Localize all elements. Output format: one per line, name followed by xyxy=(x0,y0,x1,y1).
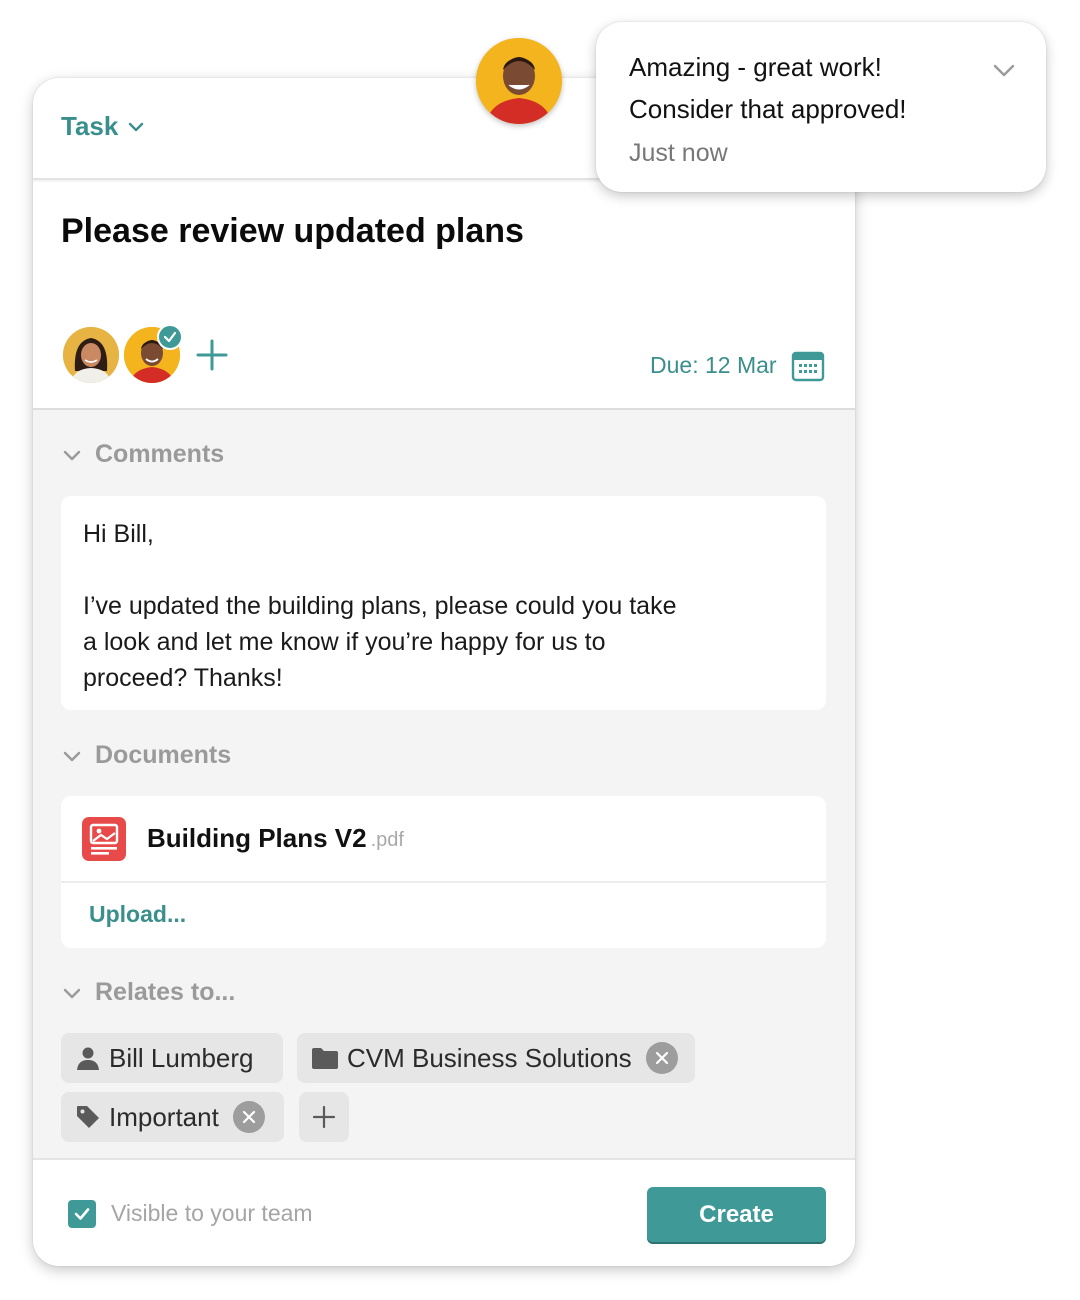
notification-time: Just now xyxy=(629,139,728,167)
relation-person-label: Bill Lumberg xyxy=(109,1042,254,1073)
visible-to-team-label: Visible to your team xyxy=(111,1200,313,1226)
check-icon xyxy=(163,331,177,343)
assignee-avatar-woman[interactable] xyxy=(63,327,119,383)
notification-message: Amazing - great work! Consider that appr… xyxy=(629,46,907,130)
plus-icon[interactable] xyxy=(193,336,231,374)
commenter-avatar xyxy=(476,38,562,124)
documents-list: Building Plans V2 .pdf Upload... xyxy=(61,796,826,948)
comment-textarea[interactable]: Hi Bill, I’ve updated the building plans… xyxy=(61,496,826,710)
comment-line: a look and let me know if you’re happy f… xyxy=(83,628,606,656)
task-card: Task Please review updated plans Due: 12… xyxy=(33,78,855,1266)
relation-chip-tag[interactable]: Important xyxy=(61,1092,284,1142)
calendar-icon[interactable] xyxy=(791,349,825,383)
comment-greeting: Hi Bill, xyxy=(83,520,154,548)
close-icon xyxy=(655,1051,668,1065)
tag-icon xyxy=(77,1106,99,1128)
task-type-dropdown[interactable]: Task xyxy=(61,111,146,142)
upload-link[interactable]: Upload... xyxy=(89,901,186,928)
pdf-icon xyxy=(82,816,126,861)
check-icon xyxy=(74,1208,90,1220)
document-extension: .pdf xyxy=(370,829,404,851)
task-summary: Please review updated plans Due: 12 Mar xyxy=(33,182,855,410)
document-name: Building Plans V2 xyxy=(147,823,367,853)
documents-section-header[interactable]: Documents xyxy=(61,741,231,770)
notification-line: Amazing - great work! xyxy=(629,52,882,82)
chevron-down-icon[interactable] xyxy=(990,56,1018,84)
visible-to-team-checkbox[interactable] xyxy=(68,1200,96,1228)
close-icon xyxy=(242,1110,255,1124)
plus-icon xyxy=(312,1105,336,1129)
document-item[interactable]: Building Plans V2 .pdf xyxy=(61,796,826,883)
relation-company-label: CVM Business Solutions xyxy=(347,1042,632,1073)
remove-company-button[interactable] xyxy=(645,1042,678,1074)
person-icon xyxy=(77,1047,99,1070)
notification-line: Consider that approved! xyxy=(629,94,907,124)
relates-section-header[interactable]: Relates to... xyxy=(61,978,235,1007)
relation-chip-company[interactable]: CVM Business Solutions xyxy=(297,1033,695,1083)
relation-chip-person[interactable]: Bill Lumberg xyxy=(61,1033,283,1083)
approved-check-badge xyxy=(157,324,183,350)
comments-section-label: Comments xyxy=(95,440,225,468)
chevron-down-icon xyxy=(63,751,81,761)
folder-icon xyxy=(312,1048,338,1069)
remove-tag-button[interactable] xyxy=(232,1101,265,1133)
relates-section-label: Relates to... xyxy=(95,978,236,1006)
chevron-down-icon xyxy=(63,988,81,998)
chevron-down-icon xyxy=(129,122,144,131)
comment-line: proceed? Thanks! xyxy=(83,664,283,692)
task-type-label: Task xyxy=(61,111,119,141)
task-footer: Visible to your team Create xyxy=(33,1158,855,1266)
comment-line: I’ve updated the building plans, please … xyxy=(83,592,677,620)
due-date[interactable]: Due: 12 Mar xyxy=(650,352,777,379)
notification-toast[interactable]: Amazing - great work! Consider that appr… xyxy=(596,22,1046,192)
add-relation-button[interactable] xyxy=(299,1092,349,1142)
relation-tag-label: Important xyxy=(109,1101,219,1132)
comments-section-header[interactable]: Comments xyxy=(61,440,224,469)
create-button[interactable]: Create xyxy=(647,1187,826,1242)
documents-section-label: Documents xyxy=(95,741,232,769)
task-title[interactable]: Please review updated plans xyxy=(61,212,524,251)
chevron-down-icon xyxy=(63,450,81,460)
